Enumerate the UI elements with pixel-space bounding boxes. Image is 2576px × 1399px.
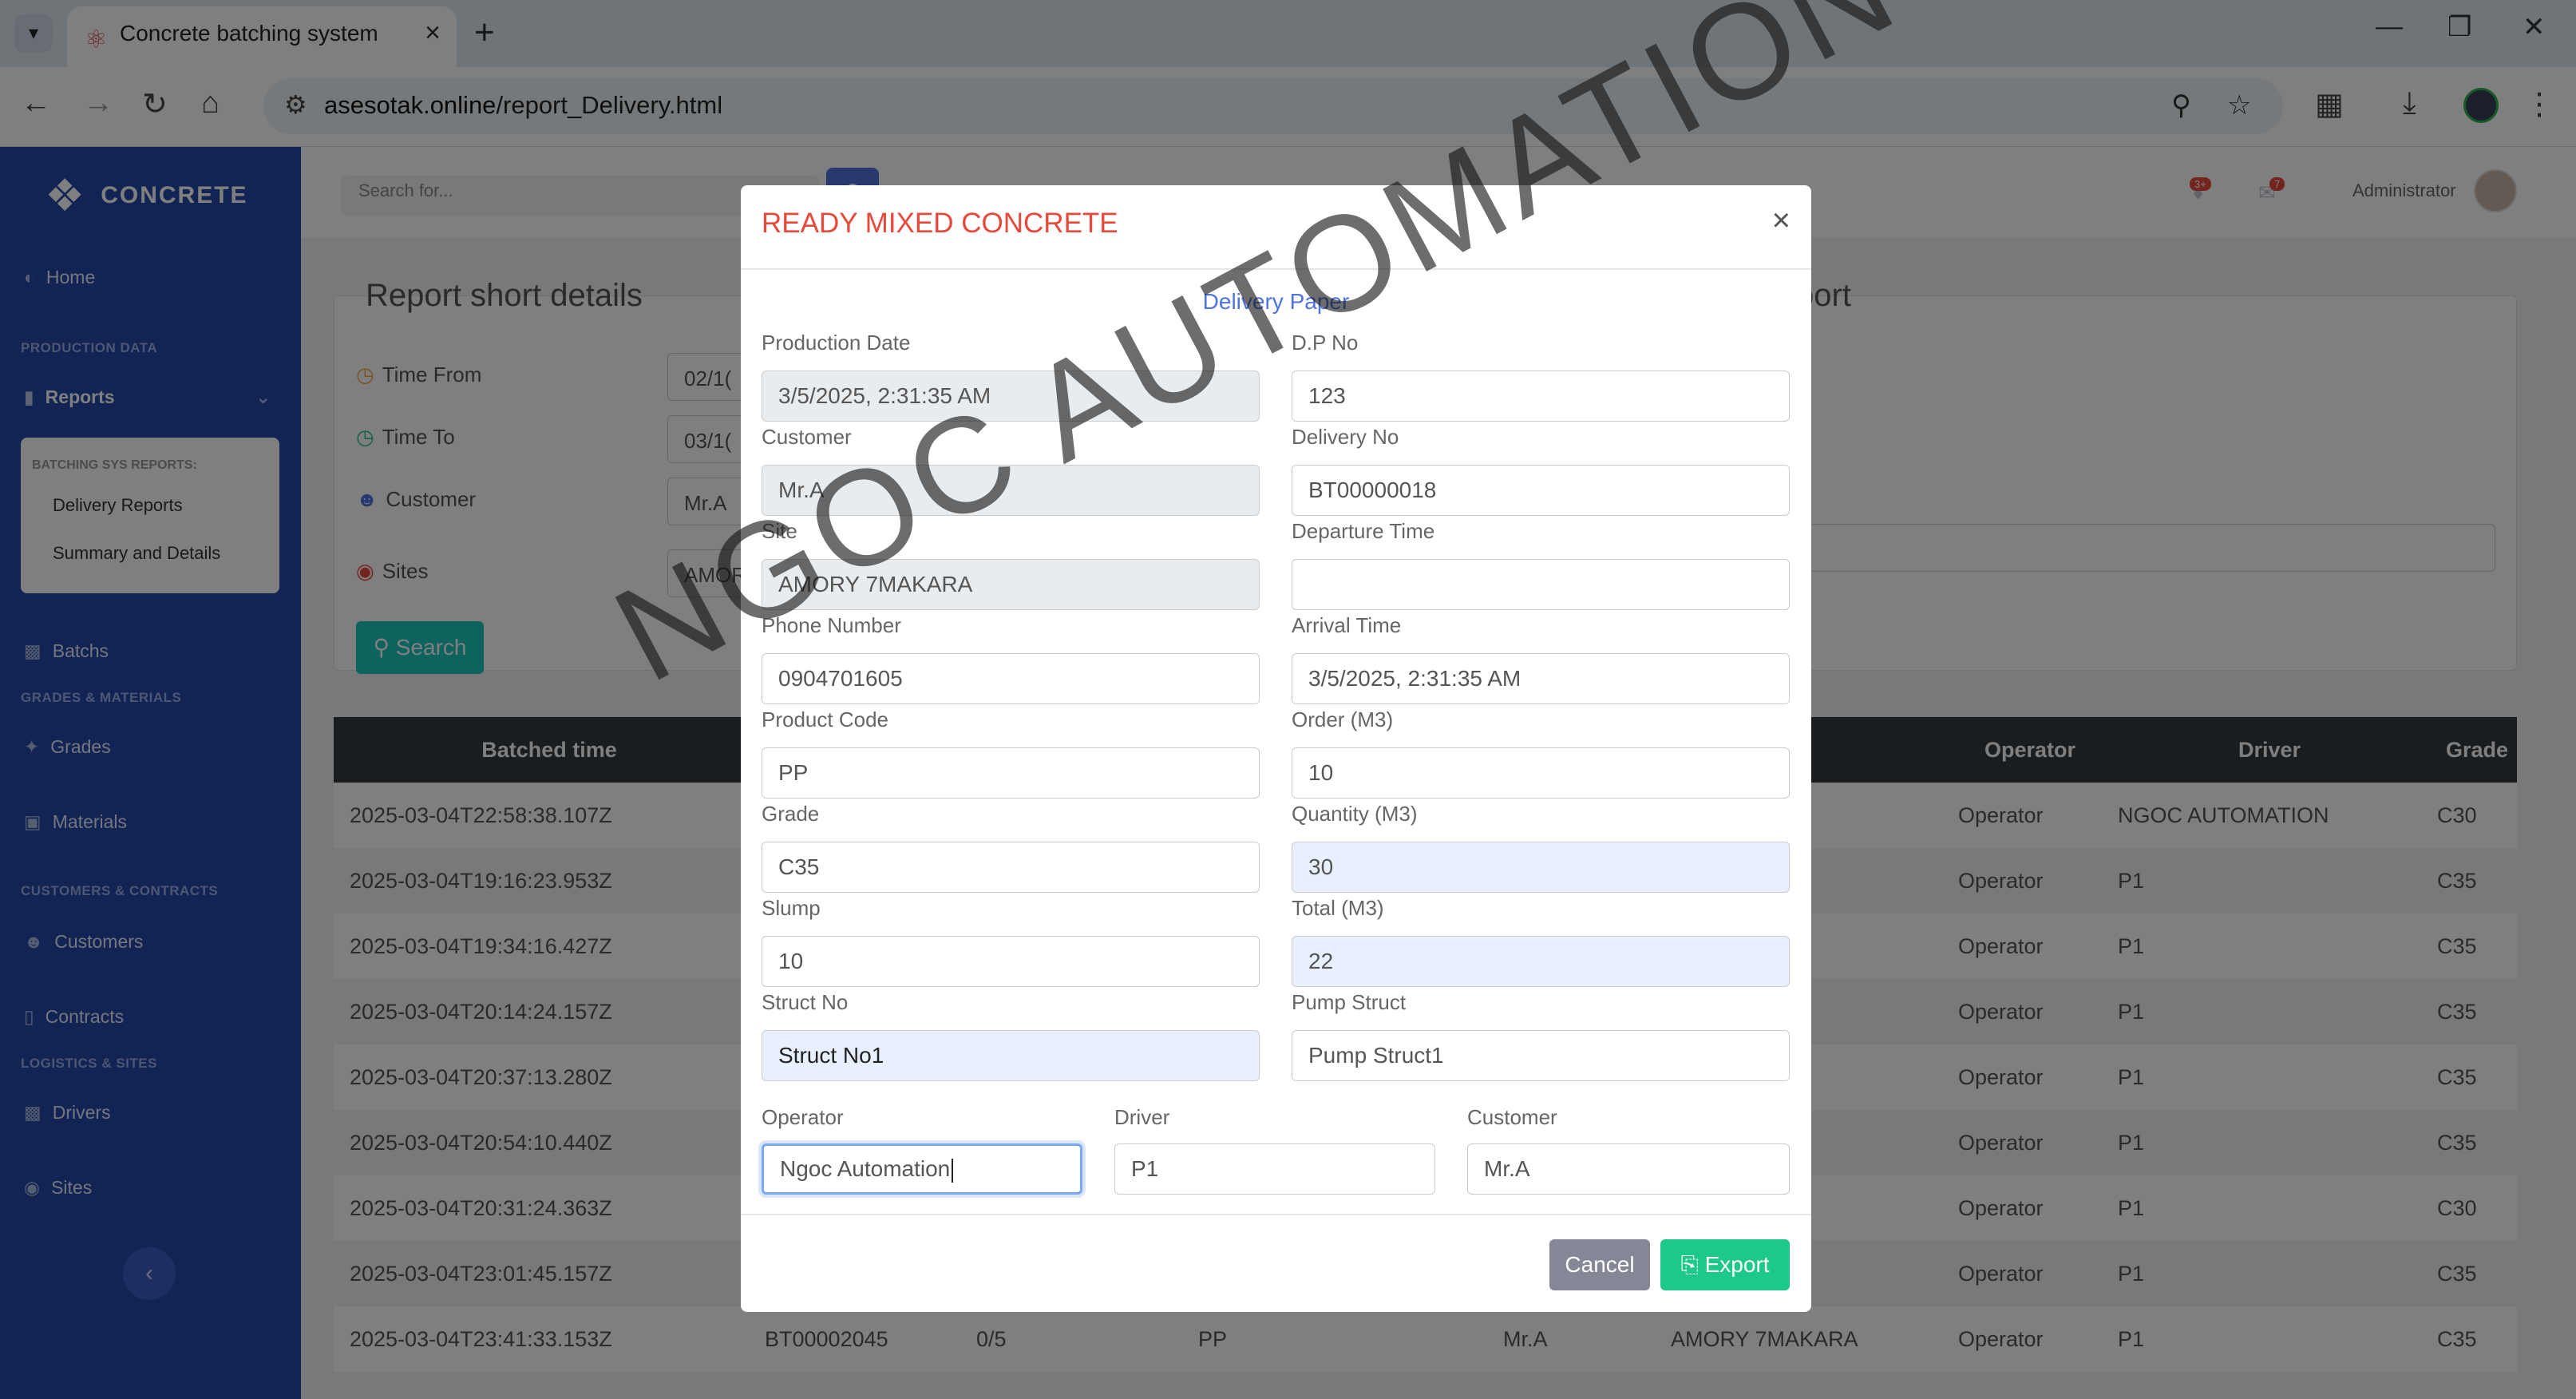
customer-field-2[interactable]: Mr.A xyxy=(1467,1143,1790,1195)
quantity-label: Quantity (M3) xyxy=(1292,802,1418,826)
modal-footer-divider xyxy=(741,1214,1811,1215)
export-button[interactable]: ⎘ Export xyxy=(1660,1239,1790,1290)
text-caret xyxy=(952,1158,954,1183)
arrival-time-field[interactable]: 3/5/2025, 2:31:35 AM xyxy=(1292,653,1790,704)
pump-struct-field[interactable]: Pump Struct1 xyxy=(1292,1030,1790,1081)
operator-label: Operator xyxy=(762,1105,844,1129)
delivery-no-label: Delivery No xyxy=(1292,425,1399,449)
delivery-no-field[interactable]: BT00000018 xyxy=(1292,465,1790,516)
dp-no-field[interactable]: 123 xyxy=(1292,371,1790,422)
struct-no-field[interactable]: Struct No1 xyxy=(762,1030,1260,1081)
customer-label-2: Customer xyxy=(1467,1105,1557,1129)
operator-field[interactable]: Ngoc Automation xyxy=(762,1143,1082,1195)
close-icon[interactable]: × xyxy=(1772,203,1791,239)
struct-no-label: Struct No xyxy=(762,990,849,1014)
phone-number-field[interactable]: 0904701605 xyxy=(762,653,1260,704)
quantity-field[interactable]: 30 xyxy=(1292,842,1790,893)
product-code-field[interactable]: PP xyxy=(762,747,1260,799)
pump-struct-label: Pump Struct xyxy=(1292,990,1407,1014)
driver-field[interactable]: P1 xyxy=(1114,1143,1435,1195)
departure-time-label: Departure Time xyxy=(1292,519,1435,543)
order-field[interactable]: 10 xyxy=(1292,747,1790,799)
total-label: Total (M3) xyxy=(1292,896,1384,920)
grade-label: Grade xyxy=(762,802,820,826)
total-field[interactable]: 22 xyxy=(1292,936,1790,987)
product-code-label: Product Code xyxy=(762,707,888,731)
arrival-time-label: Arrival Time xyxy=(1292,613,1402,637)
modal-title: READY MIXED CONCRETE xyxy=(762,208,1118,239)
cancel-button[interactable]: Cancel xyxy=(1549,1239,1650,1290)
grade-field[interactable]: C35 xyxy=(762,842,1260,893)
operator-value: Ngoc Automation xyxy=(780,1156,951,1181)
slump-field[interactable]: 10 xyxy=(762,936,1260,987)
driver-label: Driver xyxy=(1114,1105,1170,1129)
slump-label: Slump xyxy=(762,896,821,920)
file-export-icon: ⎘ xyxy=(1680,1252,1705,1277)
production-date-label: Production Date xyxy=(762,331,911,355)
export-button-label: Export xyxy=(1704,1252,1770,1277)
departure-time-field[interactable] xyxy=(1292,559,1790,610)
order-label: Order (M3) xyxy=(1292,707,1394,731)
